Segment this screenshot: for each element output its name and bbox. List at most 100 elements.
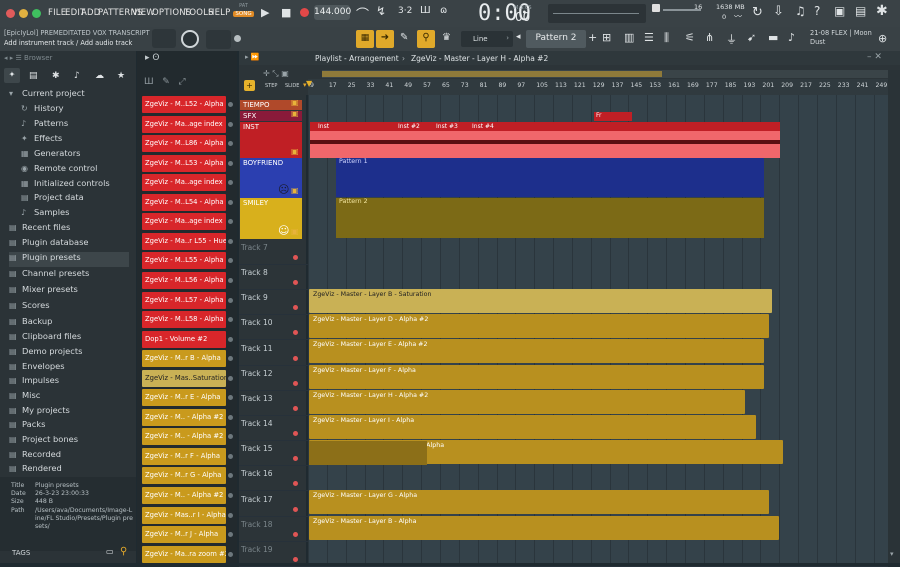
browser-item[interactable]: ▤ Clipboard files [9,331,81,346]
pattern-prev-icon[interactable]: ◂ [516,32,521,42]
track-mute-dot[interactable] [293,556,298,562]
channel-led[interactable] [228,453,233,459]
stamp-icon[interactable]: ♛ [442,32,451,43]
pattern-clip[interactable]: Pattern 1 [336,158,764,197]
channel-rack-header-icon[interactable]: ▸ ʘ [145,53,159,63]
search-icon[interactable]: ⚲ [120,546,127,557]
channel-button[interactable]: Dop1 - Volume #2 [142,330,226,348]
channel-button[interactable]: ZgeViz - M..L86 - Alpha [142,135,226,153]
channel-button[interactable]: ZgeViz - Ma..ra zoom #2 [142,545,226,563]
browser-item[interactable]: ▤ Mixer presets [9,284,78,299]
master-pitch-knob[interactable] [181,30,199,48]
browser-item[interactable]: ▤ Recorded [9,449,61,464]
add-pattern-icon[interactable]: + [588,31,597,44]
close-window-button[interactable] [6,9,15,18]
channel-button[interactable]: ZgeViz - Mas..Saturation [142,369,226,387]
lock-icon[interactable]: ▣ [291,109,299,118]
browser-item[interactable]: ✦ Effects [21,133,62,148]
audio-icon[interactable]: ♪ [788,31,795,44]
channel-button[interactable]: ZgeViz - M..r J - Alpha [142,526,226,544]
channel-led[interactable] [228,199,233,205]
playlist-arrow-icon[interactable]: ▸ ⏩ [245,53,259,61]
playhead-icon[interactable]: ▼ [306,79,312,88]
channel-led[interactable] [228,121,233,127]
channel-led[interactable] [228,551,233,557]
playlist-icon[interactable]: ⊞ [602,31,611,44]
save-icon[interactable]: ▣ [834,4,845,18]
channel-button[interactable]: ZgeViz - Ma..age index [142,115,226,133]
tempo-display[interactable]: 144.000 [314,5,351,20]
automation-clip[interactable]: ZgeViz - Master - Layer F - Alpha [309,364,764,389]
channel-button[interactable]: ZgeViz - Ma..r L55 - Hue [142,232,226,250]
track-label[interactable]: Track 12 [241,369,303,378]
channel-button[interactable]: ZgeViz - Mas..r I - Alpha [142,506,226,524]
metronome-icon[interactable]: ⌒ [356,4,369,23]
playlist-tools-icon[interactable]: ✛ ⤡ ▣ [263,69,289,79]
browser-favorites-tab[interactable]: ★ [117,71,125,81]
channel-led[interactable] [228,160,233,166]
browser-item[interactable]: ▤ Plugin presets [9,252,129,267]
browser-item[interactable]: ▤ Project data [21,192,84,207]
channel-button[interactable]: ZgeViz - M..r E - Alpha [142,389,226,407]
maximize-window-button[interactable] [32,9,41,18]
track-label[interactable]: Track 17 [241,495,303,504]
browser-item[interactable]: ◉ Remote control [21,163,97,178]
piano-roll-icon[interactable]: ▥ [624,31,634,44]
scroll-down-icon[interactable]: ▾ [890,550,894,558]
link-icon[interactable]: ⚲ [417,30,435,48]
channel-button[interactable]: ZgeViz - Ma..age index [142,213,226,231]
channel-button[interactable]: ZgeViz - M..L53 - Alpha [142,154,226,172]
mixer-icon[interactable]: ⫼ [664,31,669,45]
channel-button[interactable]: ZgeViz - M..L58 - Alpha [142,311,226,329]
download-icon[interactable]: ⇩ [773,4,784,19]
browser-item[interactable]: ▦ Initialized controls [21,178,110,193]
playlist-scrollbar-h[interactable] [322,70,889,78]
browser-item[interactable]: ▤ Envelopes [9,361,65,376]
channel-button[interactable]: ZgeViz - M..L55 - Alpha [142,252,226,270]
playlist-close-icon[interactable]: – ✕ [867,52,882,62]
channel-led[interactable] [228,238,233,244]
track-mute-dot[interactable] [293,255,298,260]
pat-song-toggle[interactable]: PAT SONG [233,3,254,23]
browser-all-tab[interactable]: ✦ [4,68,20,83]
track-label[interactable]: Track 18 [241,520,303,529]
browser-item[interactable]: ▾ Current project [9,88,85,103]
browser-item[interactable]: ▤ Packs [9,419,45,434]
step-edit-icon[interactable]: Ш [420,5,431,16]
channel-led[interactable] [228,414,233,420]
browser-item[interactable]: ▤ Misc [9,390,40,405]
menu-help[interactable]: HELP [208,8,230,18]
channel-led[interactable] [228,512,233,518]
snap-select[interactable]: Line › [461,31,513,47]
channel-led[interactable] [228,336,233,342]
playlist-view-button[interactable]: ▦ [356,30,374,48]
channel-button[interactable]: ZgeViz - M..r B - Alpha [142,350,226,368]
channel-led[interactable] [228,297,233,303]
sfx-clip[interactable]: Fr [594,112,632,121]
settings-icon[interactable]: ✱ [876,3,888,19]
track-label[interactable]: Track 11 [241,344,303,353]
browser-icon[interactable]: ⚟ [685,31,695,44]
track-label[interactable]: Track 7 [241,243,303,252]
help-icon[interactable]: ? [814,4,820,18]
track-label[interactable]: Track 8 [241,268,303,277]
wait-input-icon[interactable]: ↯ [376,4,386,18]
step-sequencer-button[interactable]: ➜ [376,30,394,48]
browser-item[interactable]: ▤ Backup [9,316,52,331]
browser-item[interactable]: ♪ Samples [21,207,69,222]
lock-icon[interactable]: ▣ [291,186,299,195]
channel-button[interactable]: ZgeViz - M.. - Alpha #2 [142,487,226,504]
automation-clip[interactable] [309,441,427,466]
channel-button[interactable]: ZgeViz - M..L57 - Alpha [142,291,226,309]
browser-item[interactable]: ▤ Demo projects [9,346,82,361]
channel-led[interactable] [228,375,233,381]
track-label[interactable]: Track 9 [241,293,303,302]
browser-item[interactable]: ▤ Project bones [9,434,78,449]
video-player-icon[interactable]: ▬ [768,31,778,44]
master-knob-small[interactable] [234,35,241,42]
playlist-scrollbar-v[interactable]: ▾ [888,70,900,563]
browser-item[interactable]: ▤ Impulses [9,375,59,390]
browser-plugins-tab[interactable]: ✱ [52,71,60,81]
channel-led[interactable] [228,493,233,498]
automation-clip[interactable]: ZgeViz - Master - Layer B - Alpha [309,515,779,540]
